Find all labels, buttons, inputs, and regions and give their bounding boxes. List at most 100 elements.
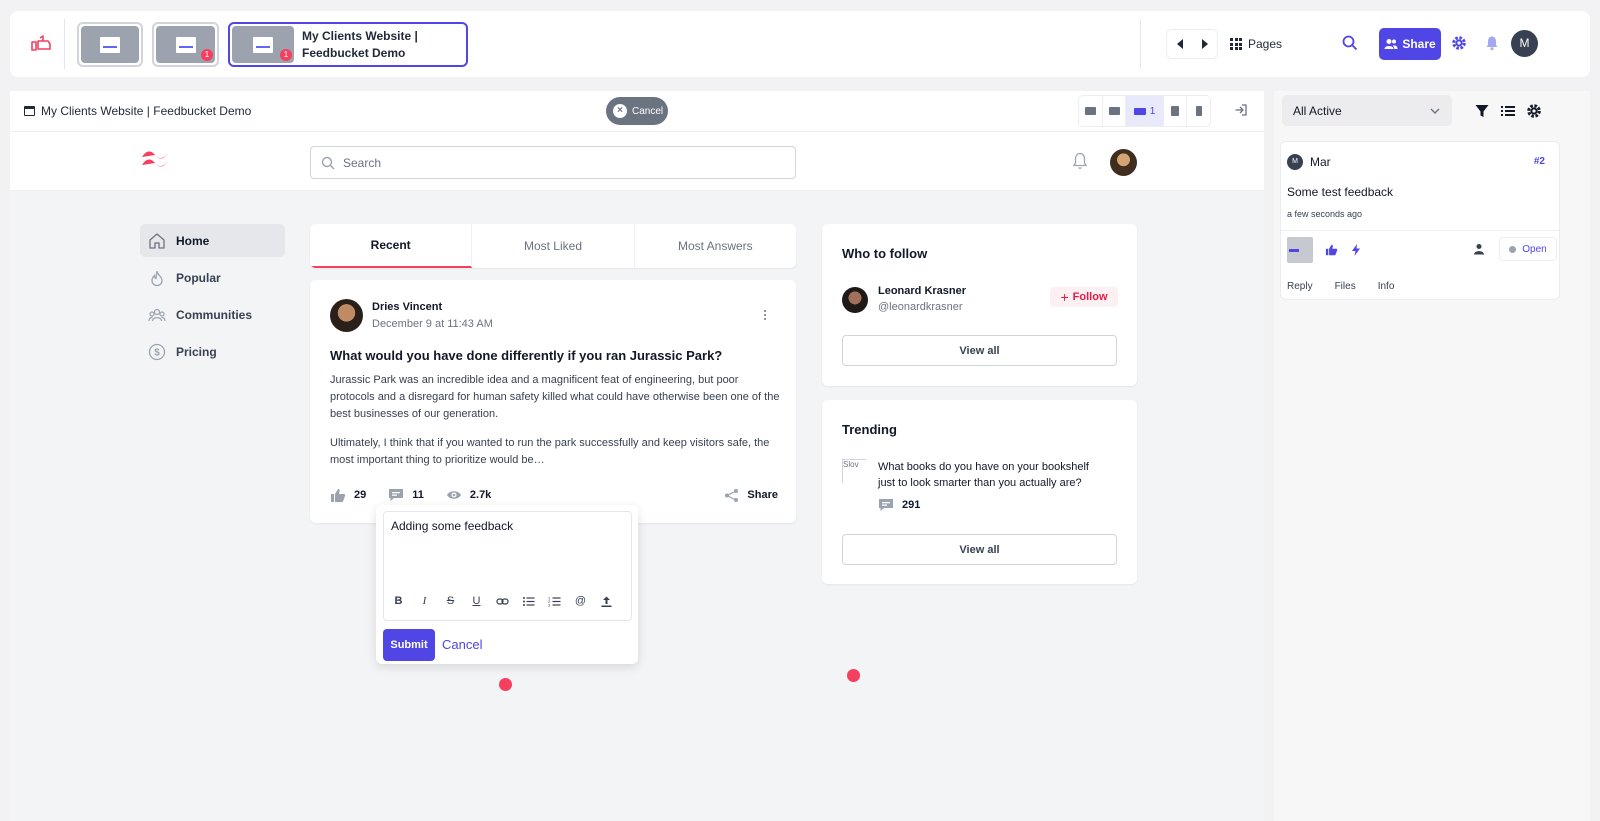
divider: [1281, 230, 1559, 231]
cancel-pill-button[interactable]: × Cancel: [606, 97, 668, 125]
post-share-button[interactable]: Share: [724, 488, 778, 503]
device-mobile[interactable]: [1187, 96, 1210, 126]
post-card: Dries Vincent December 9 at 11:43 AM Wha…: [310, 280, 796, 523]
site-body: Home Popular Communities $ Pricing Recen…: [10, 191, 1264, 821]
cancel-button[interactable]: Cancel: [442, 637, 482, 652]
nav-item-communities[interactable]: Communities: [140, 298, 285, 331]
device-tablet[interactable]: [1164, 96, 1188, 126]
home-icon: [149, 232, 165, 249]
prev-page-icon[interactable]: [1176, 39, 1183, 49]
gear-icon[interactable]: [1451, 35, 1467, 56]
nav-item-label: Communities: [176, 307, 253, 322]
exit-icon[interactable]: [1234, 103, 1248, 122]
feedback-id: #2: [1533, 156, 1545, 167]
tab-recent[interactable]: Recent: [310, 224, 473, 268]
card-title: Who to follow: [842, 246, 928, 261]
italic-icon[interactable]: I: [418, 595, 431, 608]
post-share-label: Share: [747, 489, 778, 501]
svg-text:3: 3: [548, 603, 551, 608]
avatar[interactable]: [842, 287, 868, 313]
plus-icon: +: [1060, 289, 1069, 305]
nav-item-pricing[interactable]: $ Pricing: [140, 335, 285, 368]
feedback-panel: All Active M Mar #2 Some test feedback a…: [1274, 91, 1590, 821]
tab-info[interactable]: Info: [1378, 281, 1395, 292]
bell-icon[interactable]: [1484, 35, 1500, 56]
strikethrough-icon[interactable]: S: [444, 595, 457, 608]
device-desktop[interactable]: [1103, 96, 1127, 126]
trending-question[interactable]: What books do you have on your bookshelf…: [878, 459, 1108, 491]
site-user-avatar[interactable]: [1110, 149, 1137, 176]
mobile-icon: [1195, 106, 1202, 116]
tab-most-liked[interactable]: Most Liked: [472, 224, 635, 268]
feed-tabs: Recent Most Liked Most Answers: [310, 224, 796, 268]
thumbs-up-icon[interactable]: [1325, 243, 1338, 261]
follow-name[interactable]: Leonard Krasner: [878, 285, 966, 297]
trending-card: Trending Slov What books do you have on …: [822, 400, 1137, 584]
feedback-editor-popover: Adding some feedback B I S U 123 @ Submi…: [376, 505, 638, 664]
site-header: [10, 133, 1264, 191]
link-icon[interactable]: [496, 595, 509, 608]
tab-files[interactable]: Files: [1335, 281, 1356, 292]
mention-icon[interactable]: @: [574, 595, 587, 608]
close-icon: ×: [613, 104, 627, 118]
numbered-list-icon[interactable]: 123: [548, 595, 561, 608]
lightning-icon[interactable]: [1351, 243, 1361, 261]
underline-icon[interactable]: U: [470, 595, 483, 608]
feedback-item-card[interactable]: M Mar #2 Some test feedback a few second…: [1280, 141, 1560, 300]
post-paragraph: Ultimately, I think that if you wanted t…: [330, 437, 770, 466]
feedback-marker[interactable]: [847, 669, 860, 682]
post-paragraph: Jurassic Park was an incredible idea and…: [330, 374, 780, 420]
post-title[interactable]: What would you have done differently if …: [330, 348, 722, 363]
page-thumbnail-active[interactable]: 1 My Clients Website | Feedbucket Demo: [228, 22, 468, 67]
page-thumbnail-1[interactable]: [77, 22, 143, 67]
person-icon[interactable]: [1473, 242, 1485, 260]
screenshot-thumbnail[interactable]: [1287, 237, 1313, 263]
feedback-textarea[interactable]: Adding some feedback B I S U 123 @: [383, 511, 632, 621]
users-icon: [148, 308, 166, 321]
view-all-button[interactable]: View all: [842, 335, 1117, 366]
website-preview: My Clients Website | Feedbucket Demo × C…: [10, 91, 1264, 821]
toolbar-divider: [1140, 19, 1141, 69]
device-desktop-large[interactable]: [1079, 96, 1103, 126]
pages-button[interactable]: Pages: [1224, 29, 1288, 59]
site-logo-icon[interactable]: [140, 149, 170, 174]
user-avatar[interactable]: M: [1511, 30, 1538, 57]
share-button[interactable]: Share: [1379, 28, 1441, 60]
eye-icon: [446, 491, 461, 499]
status-badge[interactable]: Open: [1499, 237, 1557, 261]
feedback-marker[interactable]: [499, 678, 512, 691]
nav-item-popular[interactable]: Popular: [140, 261, 285, 294]
bullet-list-icon[interactable]: [522, 595, 535, 608]
upload-icon[interactable]: [600, 595, 613, 608]
site-search-input[interactable]: [343, 155, 783, 170]
filter-icon[interactable]: [1474, 103, 1490, 124]
next-page-icon[interactable]: [1201, 39, 1208, 49]
device-count: 1: [1149, 105, 1156, 117]
like-button[interactable]: 29: [330, 488, 366, 503]
who-to-follow-card: Who to follow Leonard Krasner @leonardkr…: [822, 224, 1137, 386]
follow-button[interactable]: + Follow: [1050, 287, 1118, 307]
status-filter-select[interactable]: All Active: [1282, 95, 1452, 126]
view-all-button[interactable]: View all: [842, 534, 1117, 565]
bell-icon[interactable]: [1072, 152, 1088, 175]
more-options-icon[interactable]: [764, 310, 767, 322]
page-thumbnail-2[interactable]: 1: [152, 22, 219, 67]
bold-icon[interactable]: B: [392, 595, 405, 608]
toolbar-divider: [64, 19, 65, 69]
list-icon[interactable]: [1500, 103, 1516, 124]
device-laptop[interactable]: 1: [1126, 96, 1164, 126]
post-author[interactable]: Dries Vincent: [372, 301, 442, 313]
submit-button[interactable]: Submit: [383, 629, 435, 661]
nav-item-home[interactable]: Home: [140, 224, 285, 257]
feedback-text: Adding some feedback: [391, 519, 514, 533]
feedbucket-logo-icon[interactable]: [30, 33, 54, 55]
search-icon[interactable]: [1342, 35, 1358, 56]
page-icon: [175, 36, 196, 53]
post-author-avatar[interactable]: [330, 299, 363, 332]
tab-reply[interactable]: Reply: [1287, 281, 1313, 292]
comment-button[interactable]: 11: [388, 488, 424, 502]
tab-most-answers[interactable]: Most Answers: [635, 224, 796, 268]
avatar: M: [1287, 154, 1303, 170]
view-count: 2.7k: [469, 489, 492, 501]
gear-icon[interactable]: [1526, 103, 1542, 124]
